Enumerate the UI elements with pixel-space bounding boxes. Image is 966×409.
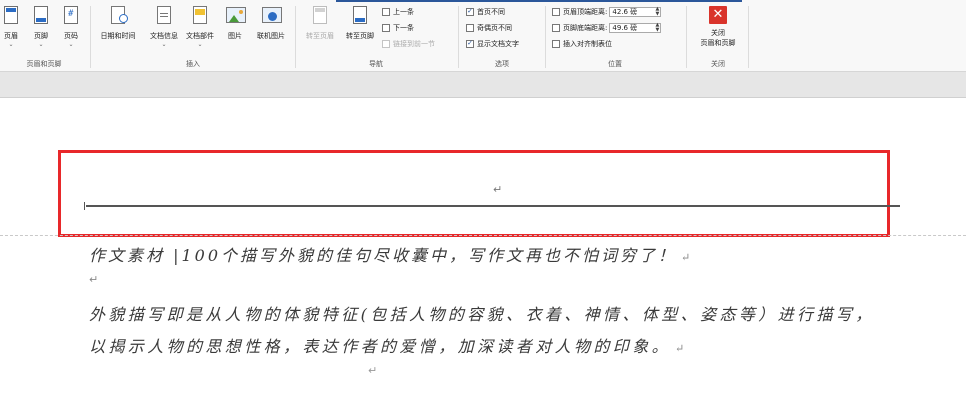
checkbox-unchecked-icon [466, 23, 474, 32]
header-from-top-stepper[interactable]: 42.6 磅 ▲ ▼ [609, 6, 662, 17]
header-from-top-row: 页眉顶端距离: 42.6 磅 ▲ ▼ [552, 6, 662, 17]
group-label: 页眉和页脚 [26, 60, 62, 68]
group-label: 关闭 [711, 60, 725, 68]
page-number-button[interactable]: 页码 ⌄ [60, 4, 82, 48]
header-highlight-box [58, 150, 890, 237]
footer-from-bottom-row: 页脚底端距离: 49.6 磅 ▲ ▼ [552, 22, 662, 33]
divider [545, 6, 546, 68]
page-number-icon [64, 6, 78, 24]
divider [458, 6, 459, 68]
divider [90, 6, 91, 68]
previous-button[interactable]: 上一条 [382, 6, 414, 17]
chevron-down-icon: ⌄ [38, 41, 44, 48]
header-boundary-dashed-line [0, 235, 966, 236]
picture-button[interactable]: 图片 [222, 4, 248, 41]
divider [748, 6, 749, 68]
picture-icon [226, 4, 246, 26]
group-options: ✓ 首页不同 奇偶页不同 ✓ 显示文档文字 选项 [462, 0, 542, 72]
checkbox-checked-icon: ✓ [466, 7, 474, 16]
goto-footer-icon [353, 6, 367, 24]
divider [686, 6, 687, 68]
next-icon [382, 23, 390, 32]
date-time-button[interactable]: 日期和时间 [94, 4, 142, 41]
goto-header-icon [313, 6, 327, 24]
document-title-line[interactable]: 作文素材 |100个描写外貌的佳句尽收囊中，写作文再也不怕词穷了！ ↵ [89, 242, 690, 266]
document-parts-icon [191, 4, 209, 26]
online-picture-button[interactable]: 联机图片 [252, 4, 290, 41]
paragraph-mark: ↵ [675, 342, 685, 355]
close-header-footer-button[interactable]: ✕ 关闭 页眉和页脚 [690, 4, 746, 48]
calendar-clock-icon [109, 4, 128, 26]
document-body-line-2[interactable]: 以揭示人物的思想性格，表达作者的爱憎，加深读者对人物的印象。 ↵ [89, 333, 684, 357]
header-position-icon [552, 7, 560, 16]
footer-position-icon [552, 23, 560, 32]
goto-footer-button[interactable]: 转至页脚 [340, 4, 380, 41]
close-icon: ✕ [709, 6, 727, 24]
group-navigation: 转至页眉 转至页脚 上一条 下一条 链接到前一节 导航 [298, 0, 454, 72]
footer-from-bottom-stepper[interactable]: 49.6 磅 ▲ ▼ [609, 22, 662, 33]
different-odd-even-checkbox[interactable]: 奇偶页不同 [466, 22, 512, 33]
group-header-footer: 页眉 ⌄ 页脚 ⌄ 页码 ⌄ 页眉和页脚 [0, 0, 88, 72]
footer-button[interactable]: 页脚 ⌄ [30, 4, 52, 48]
chevron-down-icon: ⌄ [161, 41, 167, 48]
footer-icon [34, 6, 48, 24]
group-label: 选项 [495, 60, 509, 68]
header-button[interactable]: 页眉 ⌄ [0, 4, 22, 48]
chevron-down-icon: ⌄ [197, 41, 203, 48]
previous-icon [382, 7, 390, 16]
ruler-strip [0, 72, 966, 98]
paragraph-mark: ↵ [368, 364, 378, 377]
link-icon [382, 39, 390, 48]
link-to-previous-button[interactable]: 链接到前一节 [382, 38, 435, 49]
show-document-text-checkbox[interactable]: ✓ 显示文档文字 [466, 38, 519, 49]
next-button[interactable]: 下一条 [382, 22, 414, 33]
empty-paragraph-mark[interactable]: ↵ [89, 273, 98, 286]
header-separator-line [84, 202, 900, 210]
group-label: 插入 [186, 60, 200, 68]
document-info-icon [155, 4, 173, 26]
spinner-arrows-icon[interactable]: ▲ ▼ [656, 22, 660, 33]
group-label: 导航 [369, 60, 383, 68]
chevron-down-icon: ⌄ [8, 41, 14, 48]
group-position: 页眉顶端距离: 42.6 磅 ▲ ▼ 页脚底端距离: 49.6 磅 ▲ ▼ 插入对齐… [548, 0, 682, 72]
different-first-page-checkbox[interactable]: ✓ 首页不同 [466, 6, 505, 17]
online-picture-icon [262, 4, 282, 26]
group-close: ✕ 关闭 页眉和页脚 关闭 [690, 0, 746, 72]
alignment-tab-icon [552, 39, 560, 48]
checkbox-checked-icon: ✓ [466, 39, 474, 48]
paragraph-mark: ↵ [681, 251, 691, 264]
group-insert: 日期和时间 文档信息 ⌄ 文档部件 ⌄ 图片 联机图片 插入 [94, 0, 292, 72]
document-page[interactable]: ↵ 作文素材 |100个描写外貌的佳句尽收囊中，写作文再也不怕词穷了！ ↵ ↵ 外… [0, 99, 966, 409]
insert-alignment-tab-button[interactable]: 插入对齐制表位 [552, 38, 612, 49]
spinner-arrows-icon[interactable]: ▲ ▼ [656, 6, 660, 17]
header-icon [4, 6, 18, 24]
chevron-down-icon: ⌄ [68, 41, 74, 48]
header-paragraph-mark[interactable]: ↵ [493, 183, 502, 196]
ribbon-toolbar: 页眉 ⌄ 页脚 ⌄ 页码 ⌄ 页眉和页脚 日期和时间 [0, 0, 966, 72]
document-body-line-1[interactable]: 外貌描写即是从人物的体貌特征(包括人物的容貌、衣着、神情、体型、姿态等）进行描写… [89, 301, 875, 325]
divider [295, 6, 296, 68]
document-info-button[interactable]: 文档信息 ⌄ [146, 4, 182, 48]
group-label: 位置 [608, 60, 622, 68]
goto-header-button[interactable]: 转至页眉 [300, 4, 340, 41]
document-parts-button[interactable]: 文档部件 ⌄ [182, 4, 218, 48]
